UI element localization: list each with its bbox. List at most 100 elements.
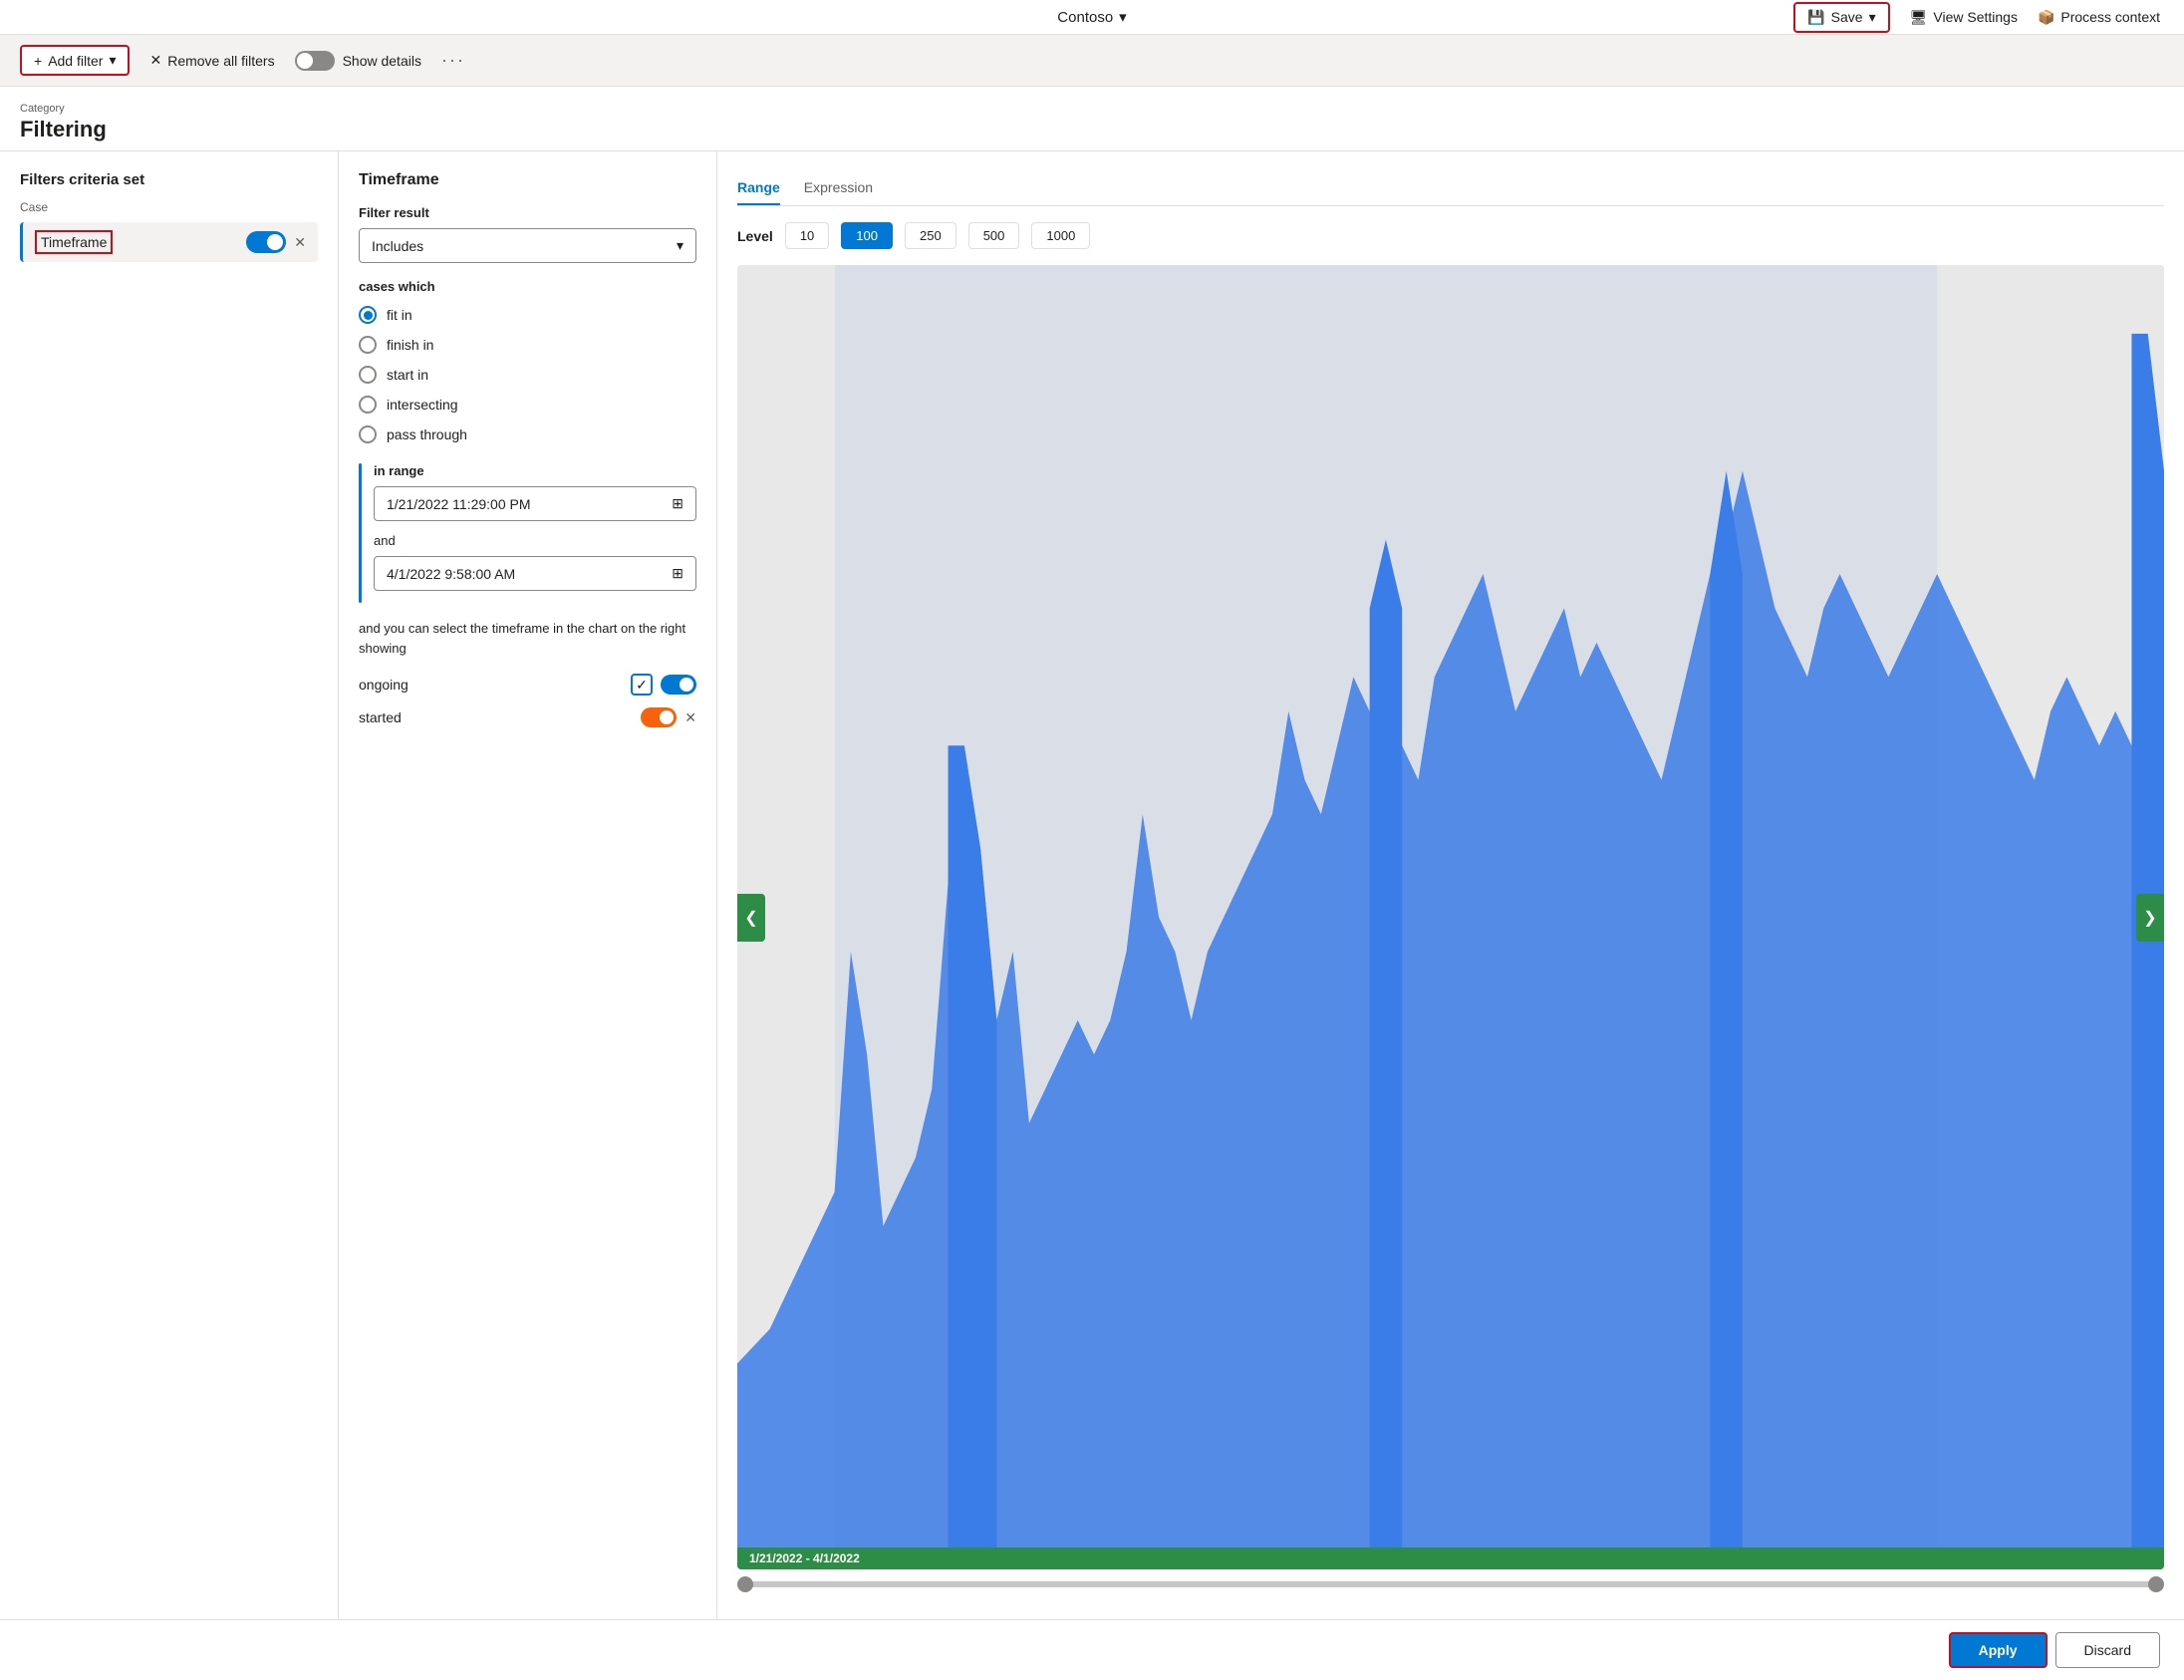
filter-toggle[interactable]: [246, 231, 286, 253]
tabs-bar: Range Expression: [737, 171, 2164, 206]
app-title-text: Contoso: [1057, 9, 1113, 26]
filter-name-label: Timeframe: [41, 234, 107, 250]
level-row: Level 10 100 250 500 1000: [737, 222, 2164, 249]
ongoing-toggle[interactable]: [661, 675, 696, 695]
filter-result-select[interactable]: Includes ▾: [359, 228, 696, 263]
radio-intersecting-circle: [359, 396, 377, 414]
category-section: Category Filtering: [0, 87, 2184, 151]
app-title[interactable]: Contoso ▾: [1057, 8, 1126, 26]
in-range-section: in range 1/21/2022 11:29:00 PM ⊞ and 4/1…: [370, 463, 696, 603]
blue-divider: [359, 463, 362, 603]
level-label: Level: [737, 228, 773, 244]
view-settings-label: View Settings: [1933, 9, 2018, 25]
add-filter-chevron-icon: ▾: [109, 52, 116, 69]
hint-text: and you can select the timeframe in the …: [359, 619, 696, 658]
range-thumb-left[interactable]: [737, 1576, 753, 1592]
ongoing-row: ongoing ✓: [359, 674, 696, 696]
panel-title: Filters criteria set: [20, 171, 318, 188]
chart-date-bar: 1/21/2022 - 4/1/2022: [737, 1547, 2164, 1569]
started-toggle[interactable]: [641, 707, 677, 727]
apply-button[interactable]: Apply: [1949, 1632, 2048, 1668]
level-100-button[interactable]: 100: [841, 222, 893, 249]
remove-all-label: Remove all filters: [167, 53, 274, 69]
level-1000-button[interactable]: 1000: [1031, 222, 1090, 249]
started-label: started: [359, 709, 402, 725]
close-icon: ✕: [149, 52, 161, 69]
range-slider[interactable]: [737, 1569, 2164, 1599]
level-10-button[interactable]: 10: [785, 222, 829, 249]
save-button[interactable]: 💾 Save ▾: [1793, 2, 1889, 33]
filter-remove-button[interactable]: ✕: [294, 234, 306, 251]
ongoing-label: ongoing: [359, 677, 409, 693]
select-chevron-icon: ▾: [677, 237, 683, 254]
view-settings-button[interactable]: 🖥 View Settings: [1910, 9, 2018, 26]
ongoing-check-button[interactable]: ✓: [631, 674, 653, 696]
radio-pass-through[interactable]: pass through: [359, 425, 696, 443]
tab-expression[interactable]: Expression: [804, 171, 873, 205]
radio-start-in-circle: [359, 366, 377, 384]
add-filter-label: Add filter: [48, 53, 103, 69]
filter-result-value: Includes: [372, 238, 423, 254]
mid-panel: Timeframe Filter result Includes ▾ cases…: [339, 151, 717, 1619]
radio-finish-in-label: finish in: [387, 337, 433, 353]
chart-container: ❮ ❯ 1/21/2022 - 4/1/2022: [737, 265, 2164, 1569]
more-options-button[interactable]: ···: [441, 50, 465, 71]
case-label: Case: [20, 200, 318, 214]
radio-start-in-label: start in: [387, 367, 428, 383]
discard-button[interactable]: Discard: [2055, 1632, 2160, 1668]
started-row: started ✕: [359, 707, 696, 727]
toolbar: + Add filter ▾ ✕ Remove all filters Show…: [0, 35, 2184, 87]
process-context-button[interactable]: 📦 Process context: [2038, 9, 2160, 26]
in-range-label: in range: [374, 463, 696, 478]
filter-name-box: Timeframe: [35, 230, 113, 254]
and-label: and: [374, 533, 696, 548]
ongoing-controls: ✓: [631, 674, 696, 696]
level-250-button[interactable]: 250: [905, 222, 956, 249]
cases-which-label: cases which: [359, 279, 696, 294]
radio-intersecting[interactable]: intersecting: [359, 396, 696, 414]
mid-panel-title: Timeframe: [359, 171, 696, 189]
show-details-toggle-area: Show details: [295, 51, 421, 71]
top-nav-actions: 💾 Save ▾ 🖥 View Settings 📦 Process conte…: [1793, 2, 2160, 33]
started-remove-button[interactable]: ✕: [684, 709, 696, 726]
category-label: Category: [20, 103, 2164, 115]
filter-item-timeframe: Timeframe ✕: [20, 222, 318, 262]
show-details-label: Show details: [343, 53, 421, 69]
tab-range[interactable]: Range: [737, 171, 780, 205]
process-context-icon: 📦: [2038, 9, 2054, 26]
radio-finish-in[interactable]: finish in: [359, 336, 696, 354]
date-end-input[interactable]: 4/1/2022 9:58:00 AM ⊞: [374, 556, 696, 591]
remove-all-filters-button[interactable]: ✕ Remove all filters: [149, 52, 274, 69]
right-panel: Range Expression Level 10 100 250 500 10…: [717, 151, 2184, 1619]
range-thumb-right[interactable]: [2148, 1576, 2164, 1592]
show-details-toggle[interactable]: [295, 51, 335, 71]
chart-nav-left-button[interactable]: ❮: [737, 894, 765, 942]
save-chevron-icon: ▾: [1869, 9, 1876, 26]
calendar-icon: ⊞: [672, 565, 683, 582]
filter-result-label: Filter result: [359, 205, 696, 220]
date-start-value: 1/21/2022 11:29:00 PM: [387, 496, 531, 512]
process-context-label: Process context: [2060, 9, 2160, 25]
chevron-down-icon: ▾: [1119, 8, 1127, 26]
left-panel: Filters criteria set Case Timeframe ✕: [0, 151, 339, 1619]
date-start-input[interactable]: 1/21/2022 11:29:00 PM ⊞: [374, 486, 696, 521]
top-nav: Contoso ▾ 💾 Save ▾ 🖥 View Settings 📦 Pro…: [0, 0, 2184, 35]
save-icon: 💾: [1807, 9, 1824, 26]
range-track[interactable]: [737, 1581, 2164, 1587]
radio-pass-through-circle: [359, 425, 377, 443]
check-icon: ✓: [636, 677, 648, 694]
chart-nav-right-button[interactable]: ❯: [2136, 894, 2164, 942]
calendar-icon: ⊞: [672, 495, 683, 512]
add-filter-button[interactable]: + Add filter ▾: [20, 45, 130, 76]
main-content: Filters criteria set Case Timeframe ✕ Ti…: [0, 151, 2184, 1619]
plus-icon: +: [34, 53, 42, 69]
radio-fit-in-circle: [359, 306, 377, 324]
radio-pass-through-label: pass through: [387, 426, 467, 442]
page-title: Filtering: [20, 117, 2164, 142]
radio-start-in[interactable]: start in: [359, 366, 696, 384]
bottom-bar: Apply Discard: [0, 1619, 2184, 1680]
radio-fit-in[interactable]: fit in: [359, 306, 696, 324]
cases-radio-group: fit in finish in start in intersecting p…: [359, 306, 696, 443]
level-500-button[interactable]: 500: [968, 222, 1020, 249]
radio-finish-in-circle: [359, 336, 377, 354]
